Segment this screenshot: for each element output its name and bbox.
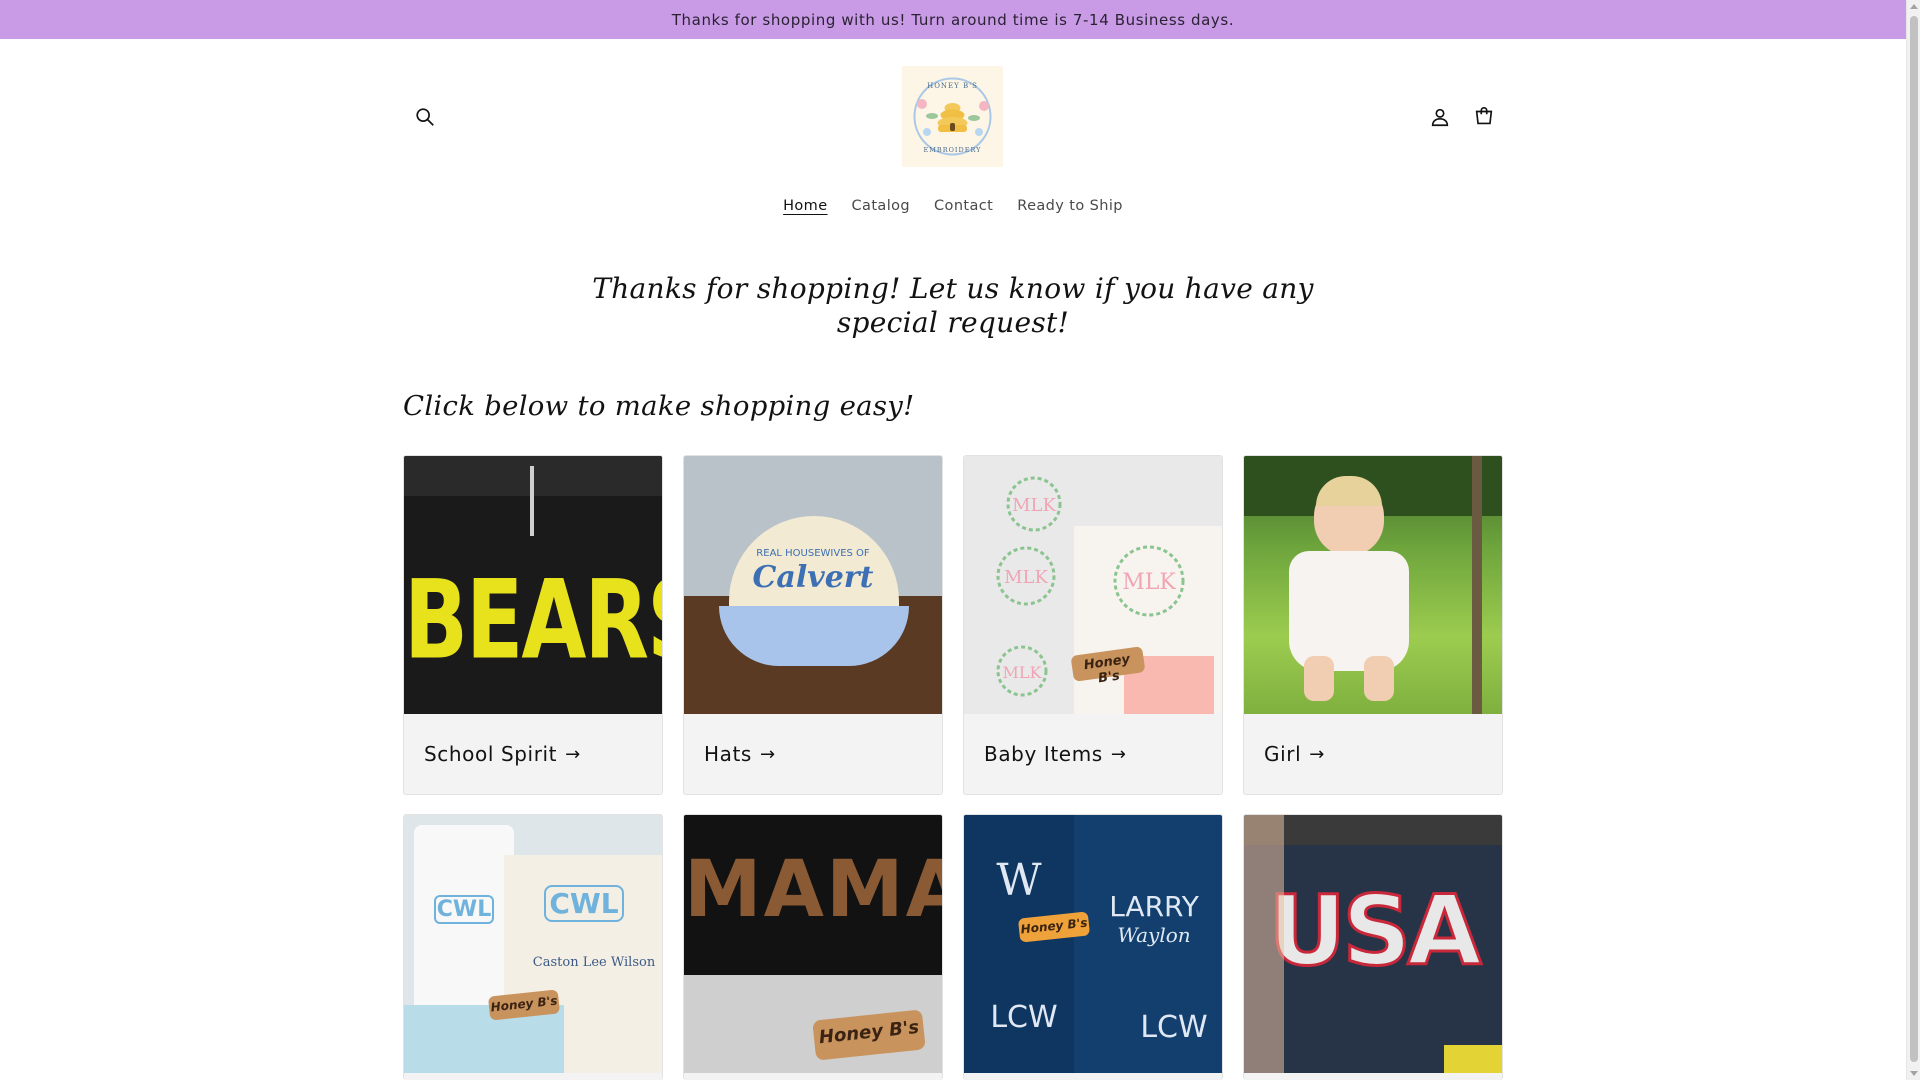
collections-title: Click below to make shopping easy! <box>403 390 915 422</box>
cart-icon[interactable] <box>1464 97 1504 137</box>
collection-image: REAL HOUSEWIVES OF Calvert <box>684 456 942 714</box>
collection-image-subtext-3: LCW <box>990 1000 1058 1035</box>
collection-card-hats[interactable]: REAL HOUSEWIVES OF Calvert Hats → <box>683 455 943 795</box>
collection-image-subtext-4: LCW <box>1140 1010 1208 1045</box>
nav-home[interactable]: Home <box>771 193 839 219</box>
collection-image: CWL CWL Caston Lee Wilson Honey B's <box>404 815 662 1073</box>
account-icon[interactable] <box>1420 97 1460 137</box>
collection-card-6[interactable]: MAMA Honey B's <box>683 814 943 1080</box>
store-logo[interactable]: HONEY B'S EMBROIDERY <box>902 66 1003 167</box>
collection-label: Hats <box>704 742 752 766</box>
nav-catalog[interactable]: Catalog <box>840 193 923 219</box>
collection-card-5[interactable]: CWL CWL Caston Lee Wilson Honey B's <box>403 814 663 1080</box>
collection-image: BEARS <box>404 456 662 714</box>
collection-image-text: BEARS <box>404 556 662 684</box>
scrollbar-thumb[interactable] <box>1910 16 1918 1062</box>
collection-image-subtext: REAL HOUSEWIVES OF <box>756 548 870 559</box>
collection-image-text: Calvert <box>752 560 874 595</box>
logo-text-bottom: EMBROIDERY <box>924 146 982 154</box>
arrow-right-icon: → <box>759 743 776 765</box>
collection-image: MAMA Honey B's <box>684 815 942 1073</box>
announcement-bar: Thanks for shopping with us! Turn around… <box>0 0 1906 39</box>
beehive-logo-icon: HONEY B'S EMBROIDERY <box>902 66 1003 167</box>
scroll-up-icon[interactable] <box>1910 4 1918 9</box>
collection-card-baby-items[interactable]: MLK MLK MLK MLK Honey B's Baby Items → <box>963 455 1223 795</box>
collection-image-subtext-2: Waylon <box>1117 923 1191 947</box>
hero-text: Thanks for shopping! Let us know if you … <box>592 272 1314 339</box>
scroll-down-icon[interactable] <box>1910 1071 1918 1076</box>
logo-text-top: HONEY B'S <box>927 82 978 90</box>
collection-card-school-spirit[interactable]: BEARS School Spirit → <box>403 455 663 795</box>
collection-image-text: W <box>996 855 1042 906</box>
collection-image: USA <box>1244 815 1502 1073</box>
collection-card-7[interactable]: W LARRY Waylon LCW LCW Honey B's <box>963 814 1223 1080</box>
collection-image <box>1244 456 1502 714</box>
collection-image: MLK MLK MLK MLK Honey B's <box>964 456 1222 714</box>
collection-image-subtext: LARRY <box>1109 890 1199 923</box>
main-navigation: Home Catalog Contact Ready to Ship <box>0 193 1906 219</box>
collection-label: Girl <box>1264 742 1302 766</box>
collection-label: School Spirit <box>424 742 558 766</box>
search-icon[interactable] <box>405 97 445 137</box>
announcement-text: Thanks for shopping with us! Turn around… <box>671 10 1235 29</box>
collection-card-girl[interactable]: Girl → <box>1243 455 1503 795</box>
page-scrollbar[interactable] <box>1906 0 1920 1080</box>
arrow-right-icon: → <box>1309 743 1325 765</box>
svg-text:MLK: MLK <box>1003 663 1043 682</box>
svg-text:MLK: MLK <box>1004 567 1048 588</box>
collection-image: W LARRY Waylon LCW LCW Honey B's <box>964 815 1222 1073</box>
collection-image-subtext: Caston Lee Wilson <box>532 955 656 970</box>
collection-image-text: MAMA <box>684 845 942 935</box>
nav-ready-to-ship[interactable]: Ready to Ship <box>1005 193 1135 219</box>
collection-label: Baby Items <box>984 742 1103 766</box>
svg-text:MLK: MLK <box>1012 495 1056 516</box>
nav-contact[interactable]: Contact <box>922 193 1005 219</box>
arrow-right-icon: → <box>1110 743 1127 765</box>
collection-image-text: CWL <box>434 895 494 924</box>
collection-image-text-2: CWL <box>544 885 624 922</box>
arrow-right-icon: → <box>565 743 581 765</box>
svg-text:MLK: MLK <box>1122 570 1176 595</box>
collection-card-8[interactable]: USA <box>1243 814 1503 1080</box>
